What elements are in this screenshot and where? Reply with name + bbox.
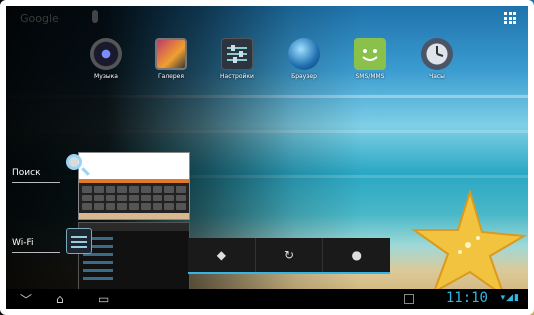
top-bar: Google: [6, 6, 528, 32]
location-icon[interactable]: ◆: [188, 238, 256, 272]
microphone-icon[interactable]: [92, 10, 98, 23]
back-button[interactable]: ﹀: [20, 289, 32, 309]
recent-apps-button[interactable]: ▭: [98, 289, 109, 309]
home-screen: Google Музыка Галерея Настройки Браузер …: [0, 0, 534, 315]
sync-icon[interactable]: ↻: [256, 238, 324, 272]
recent-app-thumbnail-wifi[interactable]: [78, 222, 190, 292]
music-icon: [90, 38, 122, 70]
recent-app-divider: [12, 252, 60, 253]
clock-icon: [421, 38, 453, 70]
quick-settings-bar: ◆ ↻ ●: [188, 238, 390, 274]
gallery-icon: [155, 38, 187, 70]
app-clock[interactable]: Часы: [407, 38, 467, 80]
app-settings[interactable]: Настройки: [207, 38, 267, 80]
app-sms[interactable]: SMS/MMS: [340, 38, 400, 80]
recent-app-label-search[interactable]: Поиск: [12, 168, 41, 178]
recent-app-label-wifi[interactable]: Wi-Fi: [12, 238, 33, 248]
app-browser[interactable]: Браузер: [274, 38, 334, 80]
brightness-icon[interactable]: ●: [323, 238, 390, 272]
app-label: Галерея: [158, 73, 184, 80]
status-icons[interactable]: ▾◢▮: [501, 293, 520, 303]
search-icon: [66, 154, 82, 170]
recent-app-thumbnail-search[interactable]: [78, 152, 190, 220]
all-apps-icon[interactable]: [504, 12, 516, 24]
app-label: Музыка: [94, 73, 118, 80]
home-button[interactable]: ⌂: [56, 289, 64, 309]
app-label: Браузер: [291, 73, 317, 80]
settings-icon: [66, 228, 92, 254]
screenshot-icon: [404, 294, 414, 304]
app-label: Часы: [429, 73, 445, 80]
browser-icon: [288, 38, 320, 70]
settings-icon: [221, 38, 253, 70]
app-music[interactable]: Музыка: [76, 38, 136, 80]
app-label: SMS/MMS: [355, 73, 385, 80]
google-search-bar[interactable]: Google: [20, 12, 59, 25]
system-navigation-bar: ﹀ ⌂ ▭ 11:10 ▾◢▮: [6, 289, 528, 309]
app-label: Настройки: [220, 73, 254, 80]
clock-time[interactable]: 11:10: [446, 290, 488, 306]
starfish-wallpaper: [410, 190, 528, 299]
app-gallery[interactable]: Галерея: [141, 38, 201, 80]
sms-icon: [354, 38, 386, 70]
recent-app-divider: [12, 182, 60, 183]
